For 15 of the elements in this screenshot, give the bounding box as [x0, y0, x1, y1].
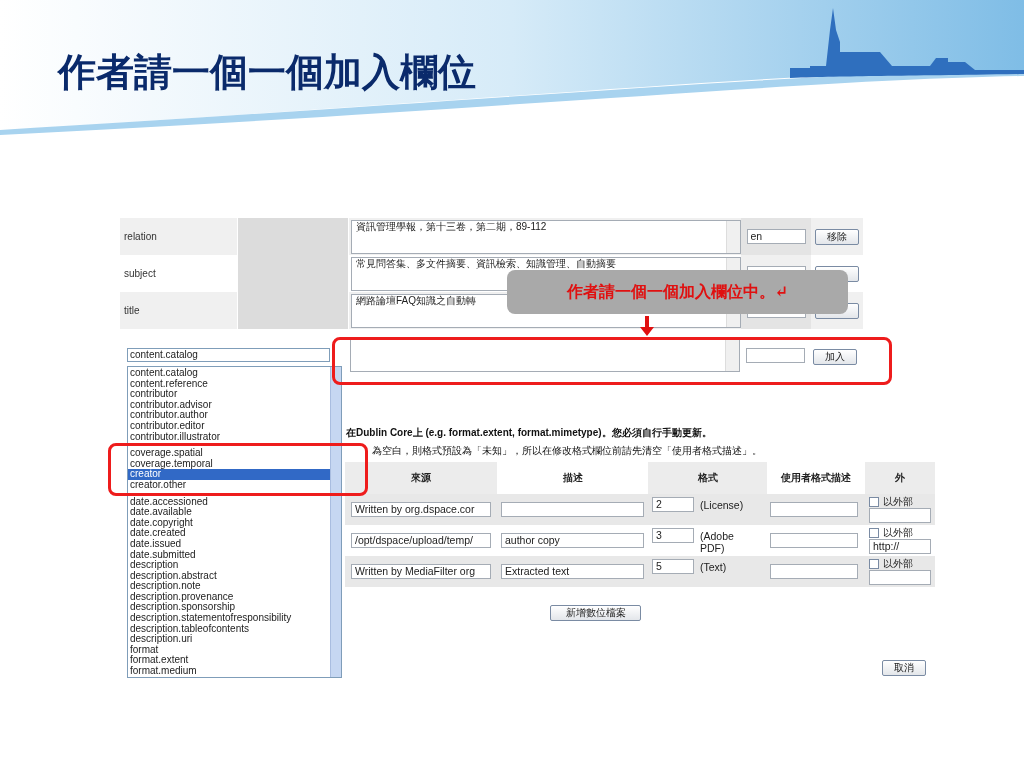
external-label: 以外部 [883, 558, 913, 569]
column-header: 格式 [648, 462, 767, 494]
format-label: (Adobe PDF) [700, 529, 735, 554]
format-label: (Text) [700, 560, 728, 573]
format-label: (License) [700, 498, 745, 511]
slide-title: 作者請一個一個加入欄位 [58, 48, 476, 96]
external-label: 以外部 [883, 527, 913, 538]
note-text: 在Dublin Core上 (e.g. format.extent, format.mimetype)。您必須自行手動更新。 [346, 426, 713, 440]
note-text: 為空白，則格式預設為「未知」，所以在修改格式欄位前請先清空「使用者格式描述」。 [372, 444, 763, 458]
field-name-cell: title [120, 292, 237, 329]
column-header: 來源 [345, 462, 497, 494]
instruction-tooltip: 作者請一個一個加入欄位中。↵ [507, 270, 848, 314]
field-name-cell: relation [120, 218, 237, 255]
column-header: 外 [865, 462, 935, 494]
external-label: 以外部 [883, 496, 913, 507]
